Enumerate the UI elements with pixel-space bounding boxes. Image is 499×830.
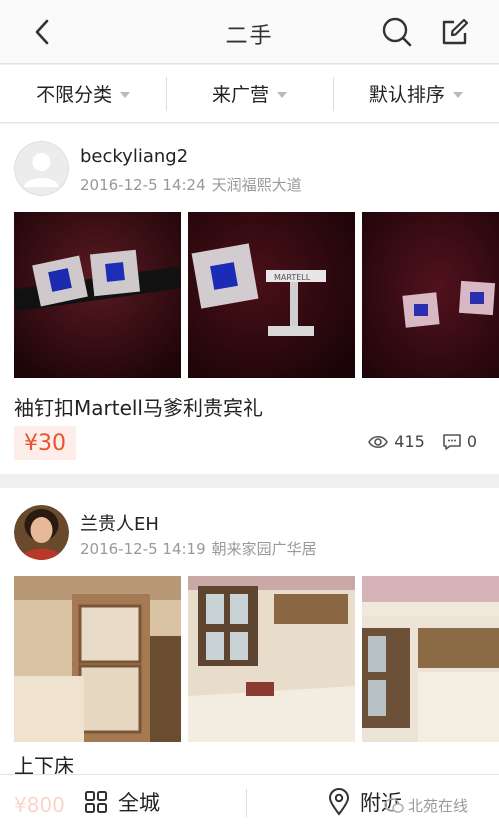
view-count: 415: [394, 432, 425, 451]
eye-icon: [368, 435, 389, 449]
post-title[interactable]: 袖钉扣Martell马爹利贵宾礼: [14, 392, 263, 421]
bottom-nav: ¥800 全城 附近 北苑在线: [0, 774, 499, 830]
product-photo[interactable]: [362, 212, 499, 378]
filter-category-label: 不限分类: [36, 84, 113, 106]
filter-area-label: 来广营: [211, 84, 269, 106]
filter-sort[interactable]: 默认排序: [332, 65, 499, 122]
filter-sort-label: 默认排序: [368, 84, 445, 106]
tab-all-city[interactable]: 全城: [84, 787, 160, 817]
username[interactable]: 兰贵人EH: [80, 510, 159, 536]
caret-down-icon: [277, 91, 287, 98]
post-location: 朝来家园广华居: [211, 540, 317, 558]
photo-strip: MARTELL: [14, 212, 499, 378]
page-title: 二手: [225, 24, 274, 49]
watermark: 北苑在线: [384, 795, 468, 816]
post-location: 天润福熙大道: [211, 176, 302, 194]
caret-down-icon: [452, 91, 463, 98]
product-photo[interactable]: [14, 576, 181, 742]
username[interactable]: beckyliang2: [80, 146, 188, 167]
filter-bar: 不限分类 来广营 默认排序: [0, 65, 499, 123]
location-pin-icon: [328, 788, 350, 816]
caret-down-icon: [120, 91, 131, 98]
divider: [246, 789, 247, 817]
search-button[interactable]: [378, 13, 416, 51]
photo-strip: [14, 576, 499, 742]
post-stats: 415 0: [368, 432, 477, 451]
compose-button[interactable]: [436, 13, 474, 51]
price-tag: ¥800: [14, 793, 65, 817]
avatar[interactable]: [14, 505, 69, 560]
wechat-logo-icon: [384, 797, 404, 814]
price-tag: ¥30: [14, 426, 76, 460]
product-photo[interactable]: [14, 212, 181, 378]
top-bar: 二手: [0, 0, 499, 64]
post-card[interactable]: beckyliang2 2016-12-5 14:24 天润福熙大道 MARTE…: [0, 124, 499, 474]
filter-category[interactable]: 不限分类: [0, 65, 166, 122]
product-photo[interactable]: [362, 576, 499, 742]
comment-count: 0: [466, 432, 477, 451]
post-date: 2016-12-5 14:19: [80, 540, 206, 558]
compose-icon: [442, 18, 469, 45]
product-photo[interactable]: MARTELL: [188, 212, 355, 378]
comment-icon: [443, 433, 461, 450]
post-meta: 2016-12-5 14:19 朝来家园广华居: [80, 538, 317, 559]
filter-area[interactable]: 来广营: [166, 65, 332, 122]
grid-icon: [84, 790, 108, 814]
tab-all-city-label: 全城: [118, 791, 160, 815]
post-date: 2016-12-5 14:24: [80, 176, 206, 194]
svg-text:MARTELL: MARTELL: [274, 273, 311, 282]
post-meta: 2016-12-5 14:24 天润福熙大道: [80, 174, 302, 195]
search-icon: [382, 17, 412, 47]
product-photo[interactable]: [188, 576, 355, 742]
avatar[interactable]: [14, 141, 69, 196]
watermark-text: 北苑在线: [408, 797, 469, 815]
